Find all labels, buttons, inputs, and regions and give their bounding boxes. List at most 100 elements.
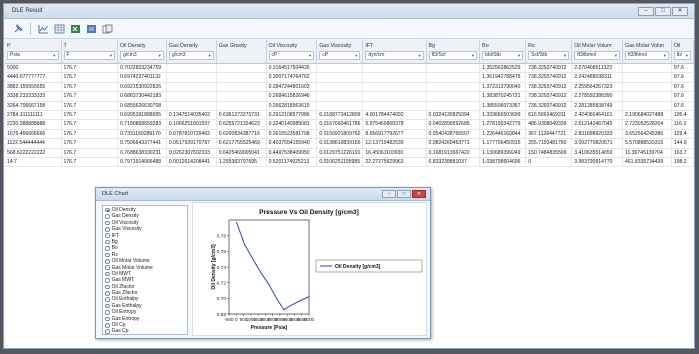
table-cell[interactable]: 0.1066251801597	[167, 120, 217, 129]
radio-button[interactable]	[105, 303, 110, 309]
table-cell[interactable]: 0.6217755525469	[217, 139, 267, 148]
table-cell[interactable]: 0.1681913667422	[427, 148, 481, 157]
table-cell[interactable]	[427, 92, 481, 101]
column-header[interactable]: Gas Molar Volun ft3/lbmol ▾	[623, 40, 672, 63]
unit-select[interactable]: cP ▾	[319, 51, 361, 60]
unit-select[interactable]: F ▾	[63, 51, 115, 60]
column-header[interactable]: Gas Gravity	[217, 40, 267, 63]
radio-button[interactable]	[105, 278, 110, 283]
table-cell[interactable]: 2.723052528204	[623, 120, 672, 129]
table-cell[interactable]: 97.6	[672, 64, 694, 73]
column-header[interactable]: Oil Viscosity cP ▾	[267, 40, 318, 63]
parameter-list[interactable]: Oil Density Gas Density Oil Viscosity Gas V…	[102, 205, 188, 335]
table-cell[interactable]: 176.7	[62, 120, 119, 129]
unit-select[interactable]: cP ▾	[268, 51, 315, 60]
table-cell[interactable]: 0.1347514035402	[167, 110, 217, 120]
table-cell[interactable]: 738.3293740912	[526, 64, 573, 73]
table-cell[interactable]: 3882.155555555	[5, 82, 62, 92]
table-cell[interactable]: 0.0129751226191	[317, 148, 364, 157]
table-cell[interactable]: 2.242488038311	[572, 73, 623, 82]
table-cell[interactable]: 14.7	[5, 157, 62, 167]
unit-select[interactable]: g/cm3 ▾	[120, 51, 164, 60]
table-cell[interactable]: 97.6	[672, 73, 694, 82]
table-cell[interactable]: 1.352562862529	[480, 64, 527, 73]
column-header[interactable]: Gas Viscosity cP ▾	[317, 40, 364, 63]
table-cell[interactable]	[317, 73, 364, 82]
table-cell[interactable]: 0.0787810729462	[167, 129, 217, 139]
table-cell[interactable]	[217, 82, 267, 92]
table-cell[interactable]	[317, 101, 364, 110]
table-cell[interactable]: 2.424060464101	[572, 110, 623, 120]
table-cell[interactable]	[317, 92, 364, 101]
table-cell[interactable]: 5000	[5, 64, 62, 73]
table-cell[interactable]: 0.7506643377441	[118, 139, 167, 148]
unit-select[interactable]: lb/▾	[673, 51, 692, 60]
table-row[interactable]: 568.6222222222 176.7 0.7688638330231 0.0262…	[5, 148, 694, 158]
column-header[interactable]: Rs Scf/Stb ▾	[526, 40, 573, 63]
unit-select[interactable]: bbl/Stb ▾	[482, 51, 524, 60]
table-cell[interactable]: 3.092770820571	[572, 139, 623, 148]
table-cell[interactable]: 144.9	[672, 139, 694, 148]
table-row[interactable]: 3264.706667158 176.7 0.6855626630708 0.2662…	[5, 101, 694, 111]
table-cell[interactable]: 0.6921530922826	[118, 82, 167, 92]
table-cell[interactable]: 0.7180868659283	[118, 120, 167, 129]
table-cell[interactable]: 1.383870245721	[480, 92, 527, 101]
table-cell[interactable]: 3.652564245386	[623, 129, 672, 139]
table-cell[interactable]: 97.6	[672, 101, 694, 110]
table-cell[interactable]: 176.7	[62, 101, 119, 110]
table-cell[interactable]: 0.7022803234759	[118, 64, 167, 73]
radio-button[interactable]	[105, 284, 110, 290]
table-cell[interactable]: 176.7	[62, 139, 119, 148]
table-cell[interactable]: 0.0012614208441	[167, 157, 217, 167]
table-cell[interactable]: 0.6974237401132	[118, 73, 167, 82]
table-cell[interactable]	[427, 64, 481, 73]
table-cell[interactable]: 0.4497538409950	[267, 148, 318, 157]
table-cell[interactable]: 176.7	[62, 157, 119, 167]
pin-icon[interactable]	[12, 23, 24, 35]
table-cell[interactable]: 129.4	[672, 129, 694, 139]
table-cell[interactable]: 0.2684615826946	[267, 92, 318, 101]
table-cell[interactable]: 738.3293740912	[526, 92, 573, 101]
column-header[interactable]: Oil lb/▾	[672, 40, 694, 63]
table-cell[interactable]	[363, 101, 427, 110]
table-cell[interactable]: 176.7	[62, 73, 119, 82]
table-cell[interactable]: 0.6995391888955	[118, 110, 167, 120]
table-cell[interactable]: 150.7484835509	[526, 148, 573, 157]
radio-button[interactable]	[105, 246, 110, 251]
table-cell[interactable]: 3264.706667158	[5, 101, 62, 110]
table-cell[interactable]: 738.3293740912	[526, 82, 573, 92]
table-cell[interactable]: 0.3007174764762	[267, 73, 318, 82]
table-cell[interactable]	[317, 64, 364, 73]
column-header[interactable]: Gas Density g/cm3 ▾	[167, 40, 217, 63]
table-cell[interactable]: 4.001784474092	[363, 110, 427, 120]
column-header[interactable]: Oil Density g/cm3 ▾	[118, 40, 167, 63]
table-cell[interactable]	[363, 92, 427, 101]
radio-button[interactable]	[105, 233, 110, 239]
table-cell[interactable]: 0.7331150289170	[118, 129, 167, 139]
radio-button[interactable]	[105, 220, 110, 226]
table-cell[interactable]	[363, 82, 427, 92]
radio-button[interactable]	[105, 310, 110, 315]
table-cell[interactable]: 3.410635514659	[572, 148, 623, 157]
table-cell[interactable]	[363, 64, 427, 73]
table-cell[interactable]	[623, 64, 672, 73]
table-cell[interactable]: 367.1128447721	[526, 129, 573, 139]
table-icon[interactable]	[53, 23, 65, 35]
table-cell[interactable]: 0.4037554155940	[267, 139, 318, 148]
table-row[interactable]: 3882.155555555 176.7 0.6921530922826 0.2847…	[5, 82, 694, 93]
table-cell[interactable]: 2.831898920333	[572, 129, 623, 139]
export-excel-icon[interactable]	[69, 23, 81, 35]
parameter-option[interactable]: Gas Cp	[103, 328, 187, 334]
table-cell[interactable]: 2.259564267323	[572, 82, 623, 92]
close-button[interactable]: ✕	[672, 7, 688, 16]
table-cell[interactable]	[217, 73, 267, 82]
table-cell[interactable]	[363, 73, 427, 82]
table-cell[interactable]: 1122.544444444	[5, 139, 62, 148]
unit-select[interactable]: Scf/Stb ▾	[528, 51, 570, 60]
table-cell[interactable]: 255.7193481790	[526, 139, 573, 148]
column-header[interactable]: Oil Molar Volum ft3/lbmol ▾	[572, 40, 623, 63]
radio-button[interactable]	[105, 227, 110, 232]
radio-button[interactable]	[105, 297, 110, 302]
radio-button[interactable]	[105, 271, 110, 277]
chart-minimize-button[interactable]: –	[382, 190, 396, 198]
